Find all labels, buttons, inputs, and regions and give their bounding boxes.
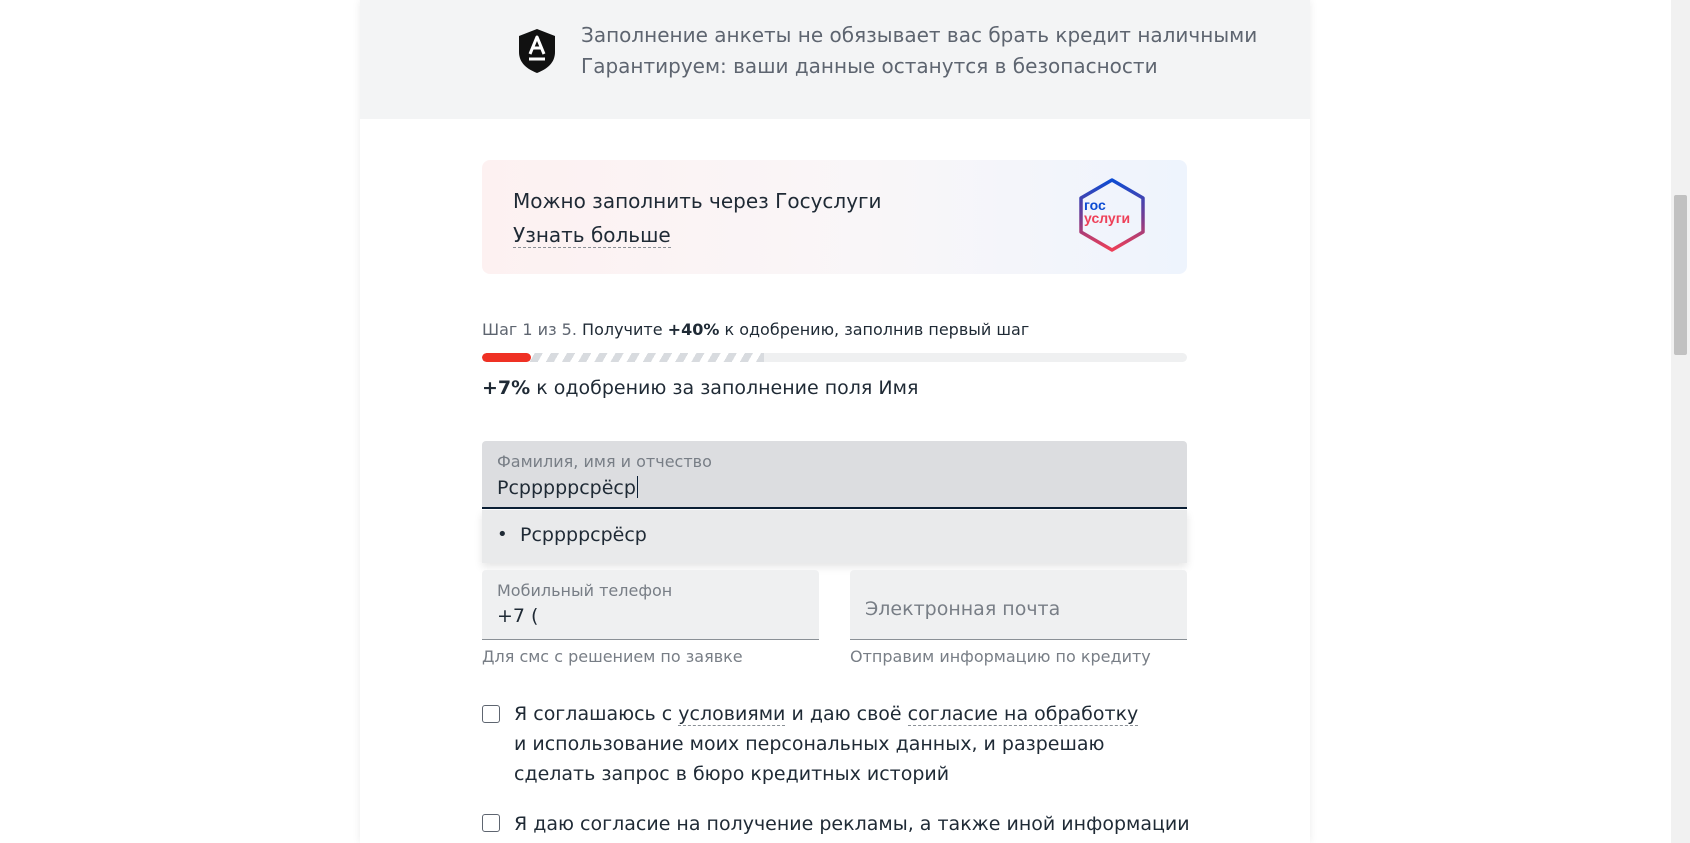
full-name-input[interactable]: Рсрррррсрёср — [497, 476, 638, 499]
field-bonus-text: к одобрению за заполнение поля Имя — [536, 377, 919, 399]
learn-more-link[interactable]: Узнать больше — [513, 223, 671, 248]
approval-progress-bar — [482, 353, 1187, 362]
gosuslugi-title: Можно заполнить через Госуслуги — [513, 189, 882, 213]
name-suggestion-dropdown[interactable]: • Рсррррсрёср — [482, 510, 1187, 563]
data-processing-link[interactable]: согласие на обработку — [907, 703, 1139, 726]
scrollbar-thumb[interactable] — [1674, 195, 1687, 355]
email-placeholder[interactable]: Электронная почта — [865, 598, 1060, 620]
email-help: Отправим информацию по кредиту — [850, 647, 1151, 666]
full-name-value: Рсрррррсрёср — [497, 477, 636, 499]
suggestion-bullet: • — [497, 524, 508, 545]
logo-text-uslugi: услуги — [1084, 210, 1130, 226]
step-counter: Шаг 1 из 5. — [482, 320, 577, 339]
application-form-page: Заполнение анкеты не обязывает вас брать… — [360, 0, 1310, 843]
email-field[interactable]: Электронная почта — [850, 570, 1187, 640]
gosuslugi-logo[interactable]: гос услуги — [1077, 177, 1147, 253]
full-name-label: Фамилия, имя и отчество — [497, 452, 712, 471]
notice-line-1: Заполнение анкеты не обязывает вас брать… — [581, 23, 1258, 47]
notice-text: Заполнение анкеты не обязывает вас брать… — [581, 20, 1257, 82]
suggestion-item[interactable]: Рсррррсрёср — [520, 524, 647, 546]
step-indicator: Шаг 1 из 5. Получите +40% к одобрению, з… — [482, 320, 1029, 339]
ads-consent-checkbox[interactable] — [482, 814, 500, 832]
terms-link[interactable]: условиями — [678, 703, 786, 726]
phone-field[interactable]: Мобильный телефон +7 ( — [482, 570, 819, 640]
page-scrollbar[interactable] — [1671, 0, 1690, 843]
consent-text-3: и использование моих персональных данных… — [514, 733, 1105, 785]
alfa-shield-icon — [519, 29, 555, 73]
security-notice: Заполнение анкеты не обязывает вас брать… — [360, 0, 1310, 119]
notice-line-2: Гарантируем: ваши данные останутся в без… — [581, 54, 1158, 78]
phone-input[interactable]: +7 ( — [497, 605, 538, 627]
gosuslugi-card: Можно заполнить через Госуслуги Узнать б… — [482, 160, 1187, 274]
consent-text-2: и даю своё — [785, 703, 908, 725]
step-bonus-value: +40% — [667, 320, 720, 339]
text-caret — [636, 476, 638, 498]
ads-consent-text: Я даю согласие на получение рекламы, а т… — [514, 813, 1190, 835]
progress-fill — [482, 353, 532, 362]
step-text-a: Получите — [582, 320, 663, 339]
consent-text-1: Я соглашаюсь с — [514, 703, 679, 725]
field-bonus-hint: +7% к одобрению за заполнение поля Имя — [482, 377, 918, 399]
phone-label: Мобильный телефон — [497, 581, 673, 600]
consent-text: Я соглашаюсь с условиями и даю своё согл… — [514, 699, 1154, 789]
consent-checkbox[interactable] — [482, 705, 500, 723]
step-text-b: к одобрению, заполнив первый шаг — [724, 320, 1030, 339]
phone-help: Для смс с решением по заявке — [482, 647, 743, 666]
full-name-field[interactable]: Фамилия, имя и отчество Рсрррррсрёср — [482, 441, 1187, 509]
field-bonus-value: +7% — [482, 377, 531, 399]
